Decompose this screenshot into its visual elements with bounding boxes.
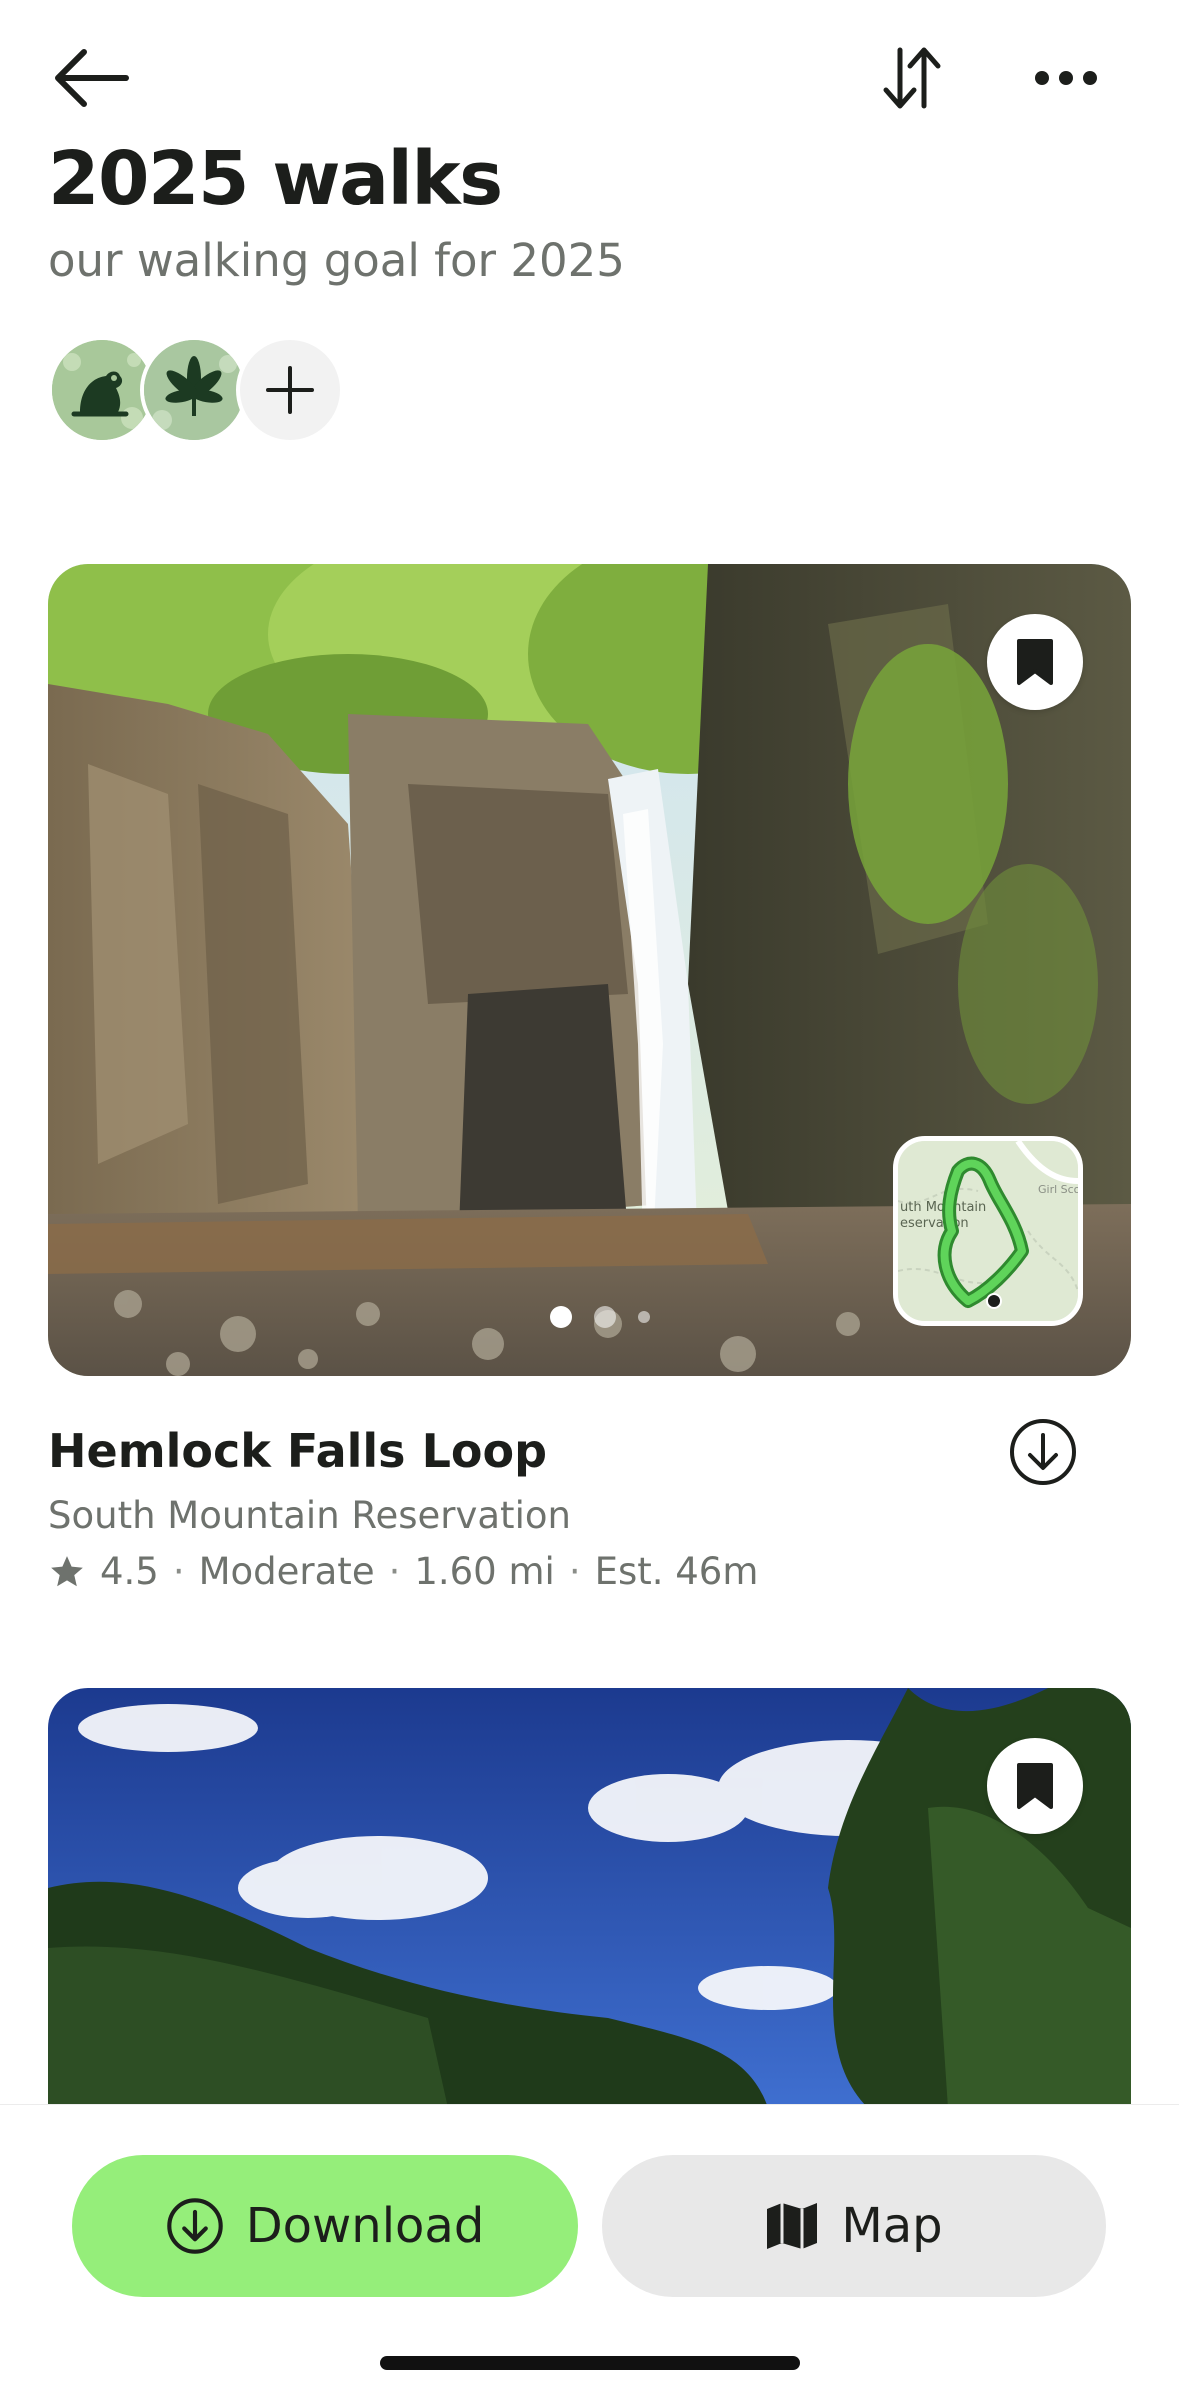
bookmark-filled-icon	[1017, 639, 1053, 685]
sky-forest-photo	[48, 1688, 1131, 2108]
back-button[interactable]	[44, 30, 140, 126]
add-member-button[interactable]	[236, 336, 344, 444]
pagination-dot[interactable]	[637, 1311, 650, 1323]
more-horizontal-icon	[1035, 71, 1097, 85]
photo-pagination	[48, 1306, 1131, 1328]
map-button-label: Map	[841, 2198, 943, 2254]
bookmark-filled-icon	[1017, 1763, 1053, 1809]
member-avatar-leaf[interactable]	[140, 336, 248, 444]
trail-card[interactable]: uth Mountain eservation Girl Scou Hemloc…	[48, 564, 1131, 1593]
svg-text:Girl Scou: Girl Scou	[1038, 1183, 1078, 1196]
more-options-button[interactable]	[1018, 30, 1114, 126]
home-indicator	[380, 2356, 800, 2370]
trail-stats: 4.5 · Moderate · 1.60 mi · Est. 46m	[48, 1550, 758, 1593]
download-button-label: Download	[245, 2198, 485, 2254]
trail-name[interactable]: Hemlock Falls Loop	[48, 1424, 547, 1478]
trail-estimate: Est. 46m	[594, 1550, 759, 1593]
arrow-left-icon	[55, 49, 129, 107]
separator: ·	[388, 1550, 401, 1593]
download-circle-icon	[1010, 1419, 1076, 1485]
trail-photo[interactable]	[48, 1688, 1131, 2108]
trail-difficulty: Moderate	[198, 1550, 375, 1593]
member-avatars	[48, 336, 368, 446]
pagination-dot-active[interactable]	[549, 1306, 572, 1328]
sort-arrows-icon	[883, 47, 941, 109]
bottom-action-bar: Download Map	[0, 2104, 1179, 2396]
trail-length: 1.60 mi	[414, 1550, 555, 1593]
trail-rating: 4.5	[100, 1550, 159, 1593]
bookmark-button[interactable]	[987, 1738, 1083, 1834]
map-icon	[767, 2203, 818, 2249]
frog-avatar-icon	[52, 340, 152, 440]
bookmark-button[interactable]	[987, 614, 1083, 710]
plus-icon	[266, 366, 314, 414]
trail-location: South Mountain Reservation	[48, 1494, 571, 1537]
trail-route-map: uth Mountain eservation Girl Scou	[898, 1141, 1078, 1321]
trail-minimap[interactable]: uth Mountain eservation Girl Scou	[893, 1136, 1083, 1326]
trail-card[interactable]	[48, 1688, 1131, 2108]
page-subtitle: our walking goal for 2025	[48, 234, 625, 287]
separator: ·	[568, 1550, 581, 1593]
separator: ·	[172, 1550, 185, 1593]
map-button[interactable]: Map	[602, 2155, 1106, 2297]
trail-photo[interactable]: uth Mountain eservation Girl Scou	[48, 564, 1131, 1376]
page-title: 2025 walks	[48, 136, 503, 222]
download-circle-icon	[166, 2198, 223, 2254]
download-trail-button[interactable]	[1003, 1412, 1083, 1492]
pagination-dot[interactable]	[593, 1306, 616, 1328]
download-button[interactable]: Download	[72, 2155, 578, 2297]
star-icon	[51, 1555, 83, 1586]
leaf-avatar-icon	[144, 340, 244, 440]
sort-button[interactable]	[864, 30, 960, 126]
